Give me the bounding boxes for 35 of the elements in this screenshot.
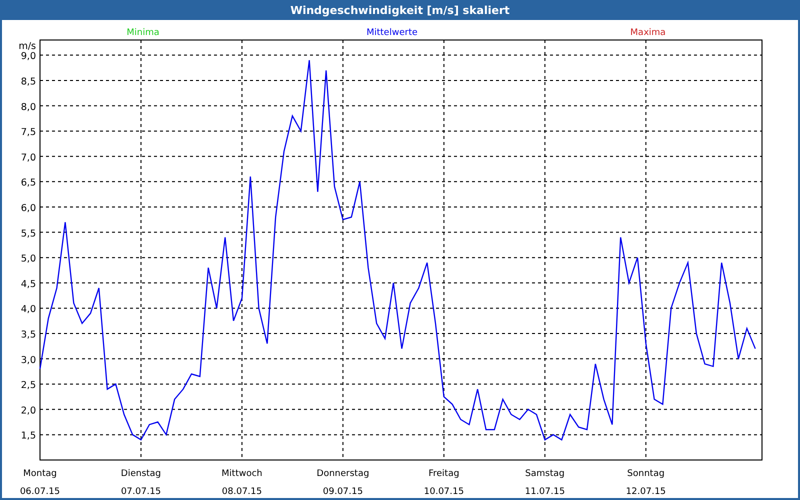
y-axis-unit: m/s xyxy=(18,41,36,52)
y-tick-label: 4,5 xyxy=(20,278,36,290)
date-label: 09.07.15 xyxy=(322,487,363,497)
day-label: Sonntag xyxy=(627,469,665,479)
date-label: 12.07.15 xyxy=(626,487,666,497)
legend-label: Minima xyxy=(126,28,160,38)
legend-label: Maxima xyxy=(630,28,666,38)
y-tick-label: 5,5 xyxy=(20,228,36,240)
date-label: 06.07.15 xyxy=(20,487,60,497)
day-label: Freitag xyxy=(428,469,460,479)
legend-label: Mittelwerte xyxy=(366,28,418,38)
y-tick-label: 2,0 xyxy=(20,405,36,416)
y-tick-label: 7,0 xyxy=(20,152,36,164)
day-label: Samstag xyxy=(525,469,565,479)
y-tick-label: 6,5 xyxy=(20,178,36,189)
day-label: Montag xyxy=(23,469,57,479)
y-tick-label: 3,5 xyxy=(20,330,36,340)
y-tick-label: 1,5 xyxy=(20,430,36,442)
day-label: Dienstag xyxy=(120,469,162,479)
day-label: Donnerstag xyxy=(316,469,370,479)
y-tick-label: 8,5 xyxy=(20,76,36,88)
y-tick-label: 7,5 xyxy=(20,127,36,138)
day-label: Mittwoch xyxy=(222,469,262,479)
y-tick-label: 3,0 xyxy=(20,354,36,366)
y-tick-label: 2,5 xyxy=(20,380,36,392)
date-label: 11.07.15 xyxy=(524,487,565,497)
date-label: 07.07.15 xyxy=(120,487,162,497)
y-tick-label: 8,0 xyxy=(20,102,36,113)
y-tick-label: 4,0 xyxy=(20,304,36,316)
y-tick-label: 5,0 xyxy=(20,254,36,265)
window-title: Windgeschwindigkeit [m/s] skaliert xyxy=(290,4,510,16)
date-label: 10.07.15 xyxy=(424,487,464,497)
date-label: 08.07.15 xyxy=(222,487,262,497)
y-tick-label: 9,0 xyxy=(20,51,36,62)
y-tick-label: 6,0 xyxy=(20,203,36,214)
